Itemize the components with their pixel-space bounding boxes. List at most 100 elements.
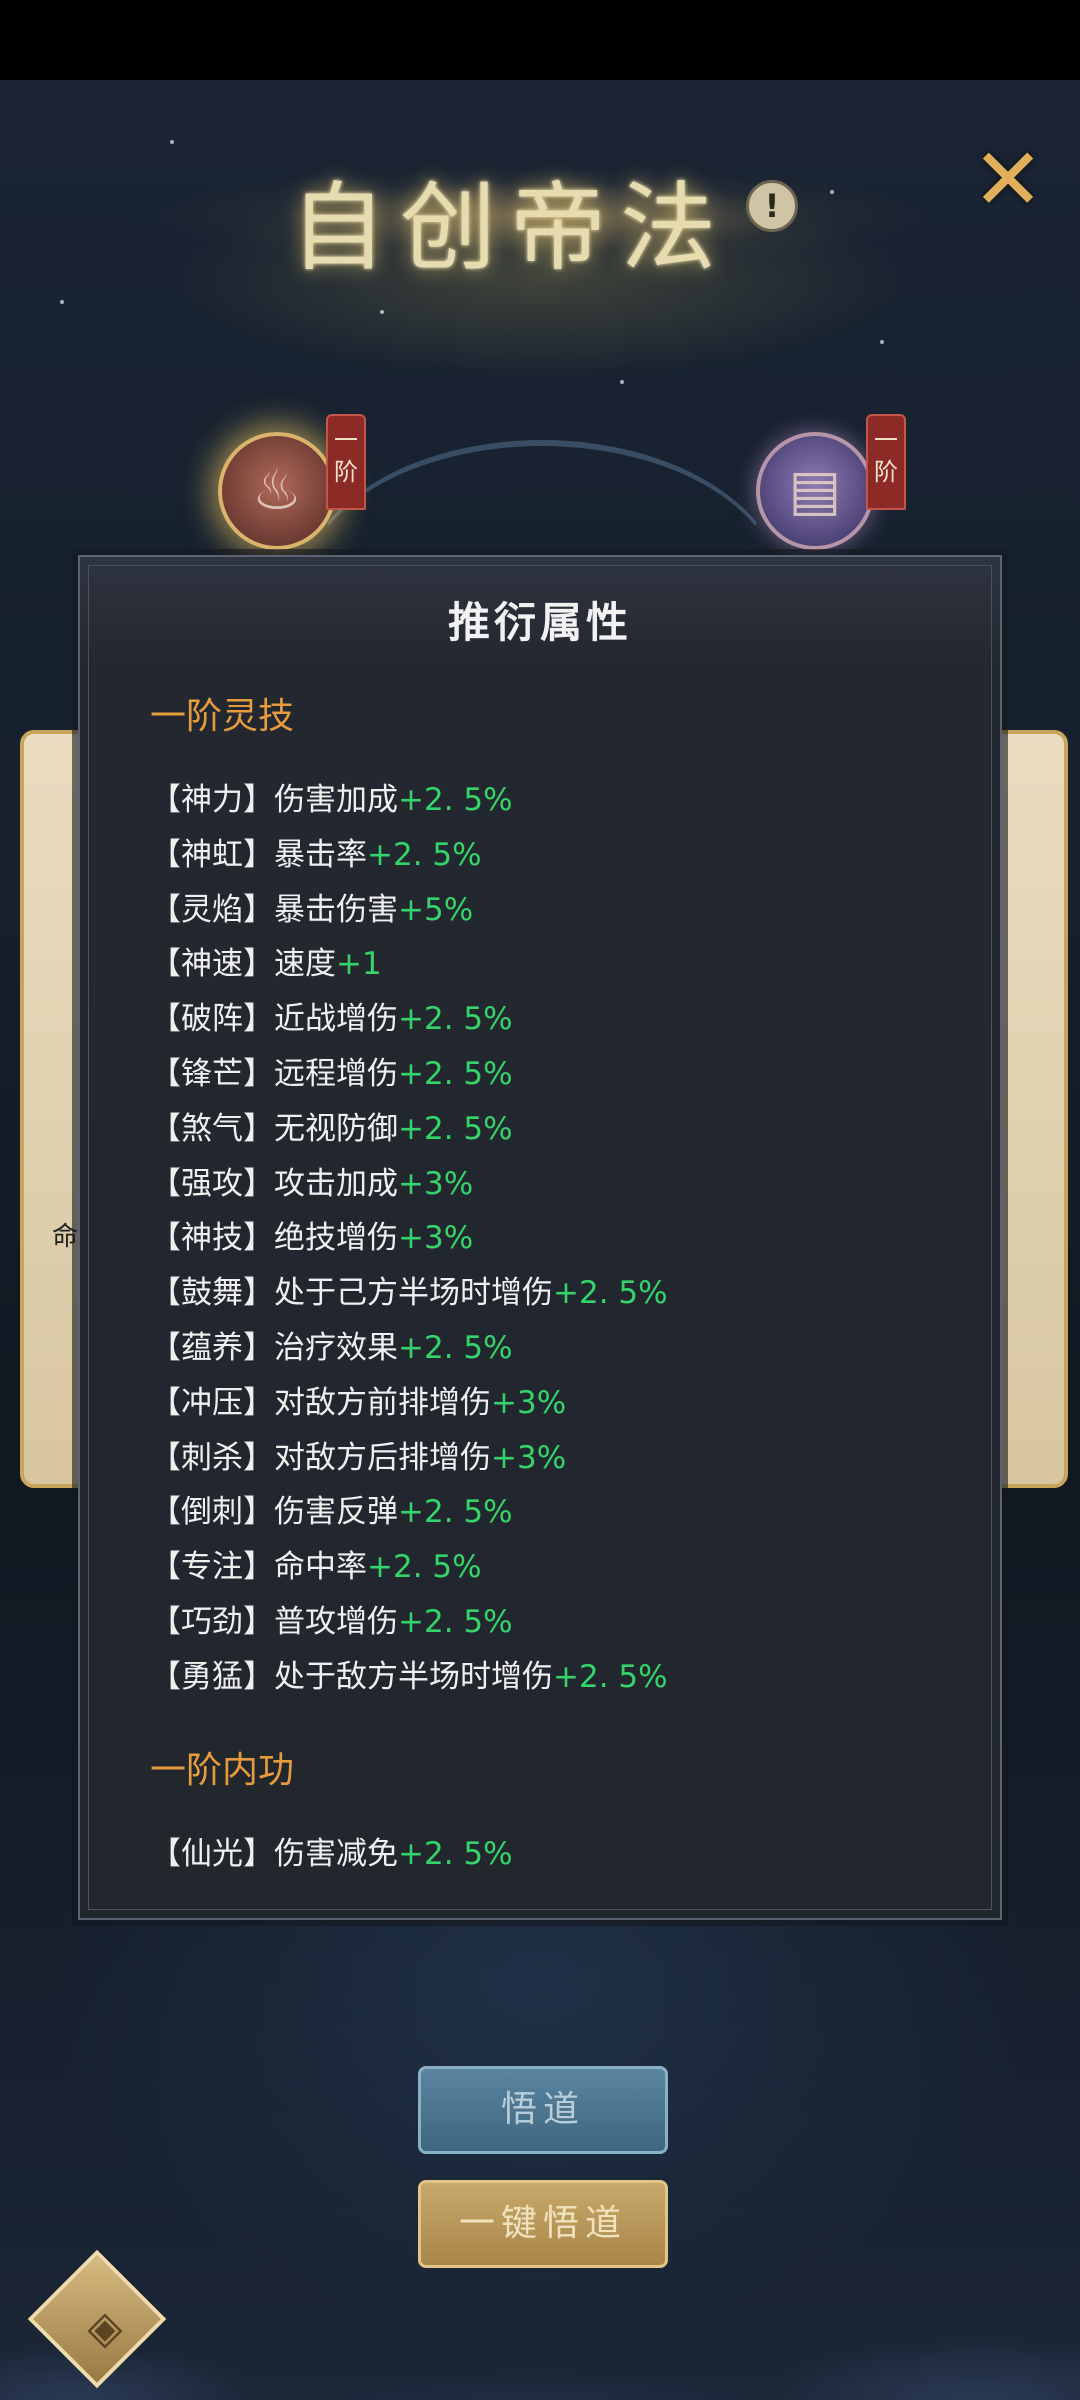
attribute-row: 【强攻】攻击加成+3%: [150, 1157, 950, 1212]
attribute-name: 【巧劲】: [150, 1603, 274, 1640]
attribute-value: +2. 5%: [398, 782, 513, 818]
attribute-value: +2. 5%: [398, 1110, 513, 1147]
attribute-value: +5%: [398, 891, 474, 928]
attribute-name: 【强攻】: [150, 1165, 274, 1202]
attribute-value: +2. 5%: [367, 836, 482, 873]
tier-tag-label: 一阶: [334, 426, 358, 486]
attribute-row: 【专注】命中率+2. 5%: [150, 1540, 950, 1595]
attribute-value: +2. 5%: [398, 1001, 513, 1038]
attribute-row: 【神速】速度+1: [150, 937, 950, 992]
attribute-value: +2. 5%: [553, 1275, 668, 1312]
attribute-desc: 伤害加成: [274, 782, 398, 818]
panel-title: 推衍属性: [447, 598, 632, 647]
close-icon[interactable]: ✕: [968, 137, 1048, 223]
tier-tag-left: 一阶: [326, 414, 366, 510]
star: [170, 140, 174, 144]
attribute-row: 【仙光】伤害减免+2. 5%: [150, 1827, 950, 1882]
attribute-name: 【仙光】: [150, 1835, 274, 1872]
attribute-desc: 处于己方半场时增伤: [274, 1275, 553, 1312]
attribute-value: +2. 5%: [553, 1658, 668, 1695]
attribute-desc: 速度: [274, 946, 336, 983]
page-title: 自创帝法: [290, 172, 730, 284]
book-icon: ▤: [788, 458, 842, 523]
status-bar: [0, 0, 1080, 80]
attribute-desc: 对敌方后排增伤: [274, 1439, 491, 1476]
attribute-value: +1: [336, 946, 382, 983]
attribute-value: +3%: [398, 1220, 474, 1257]
attribute-desc: 远程增伤: [274, 1055, 398, 1092]
attribute-row: 【倒刺】伤害反弹+2. 5%: [150, 1485, 950, 1540]
attribute-row: 【勇猛】处于敌方半场时增伤+2. 5%: [150, 1650, 950, 1705]
attribute-name: 【蕴养】: [150, 1329, 274, 1366]
attribute-row: 【巧劲】普攻增伤+2. 5%: [150, 1595, 950, 1650]
wudao-button[interactable]: 悟道: [418, 2066, 668, 2154]
attribute-desc: 攻击加成: [274, 1165, 398, 1202]
attribute-value: +3%: [491, 1384, 567, 1421]
attribute-name: 【破阵】: [150, 1001, 274, 1038]
attribute-value: +2. 5%: [367, 1549, 482, 1586]
attribute-row: 【破阵】近战增伤+2. 5%: [150, 992, 950, 1047]
tier-tag-label: 一阶: [874, 426, 898, 486]
attribute-row: 【罡气】防御强化+2. 5%: [150, 1881, 950, 1884]
attribute-panel: 推衍属性 一阶灵技 【神力】伤害加成+2. 5% 【神虹】暴击率+2. 5% 【灵焰】…: [78, 555, 1002, 1920]
attribute-value: +2. 5%: [398, 1055, 513, 1092]
attribute-value: +2. 5%: [398, 1603, 513, 1640]
attribute-desc: 无视防御: [274, 1110, 398, 1147]
attribute-row: 【煞气】无视防御+2. 5%: [150, 1102, 950, 1157]
attribute-name: 【倒刺】: [150, 1494, 274, 1531]
tier-tag-right: 一阶: [866, 414, 906, 510]
attribute-name: 【灵焰】: [150, 891, 274, 928]
attribute-name: 【神力】: [150, 782, 274, 818]
attribute-desc: 伤害反弹: [274, 1494, 398, 1531]
attribute-desc: 对敌方前排增伤: [274, 1384, 491, 1421]
attribute-row: 【蕴养】治疗效果+2. 5%: [150, 1321, 950, 1376]
attribute-name: 【刺杀】: [150, 1439, 274, 1476]
star: [60, 300, 64, 304]
attribute-row: 【神技】绝技增伤+3%: [150, 1211, 950, 1266]
diamond-emblem-icon: ◈: [87, 2300, 123, 2354]
attribute-desc: 近战增伤: [274, 1001, 398, 1038]
attribute-name: 【专注】: [150, 1549, 274, 1586]
attribute-name: 【神技】: [150, 1220, 274, 1257]
attribute-name: 【勇猛】: [150, 1658, 274, 1695]
attribute-row: 【灵焰】暴击伤害+5%: [150, 883, 950, 938]
attribute-scroll-list[interactable]: 一阶灵技 【神力】伤害加成+2. 5% 【神虹】暴击率+2. 5% 【灵焰】暴击伤害+…: [150, 679, 950, 1884]
side-peek-text: 命: [52, 1222, 79, 1252]
star: [880, 340, 884, 344]
skill-orb-flame[interactable]: ♨: [218, 432, 336, 550]
attribute-row: 【刺杀】对敌方后排增伤+3%: [150, 1431, 950, 1486]
attribute-value: +2. 5%: [398, 1835, 513, 1872]
attribute-desc: 普攻增伤: [274, 1603, 398, 1640]
attribute-name: 【神速】: [150, 946, 274, 983]
skill-orb-book[interactable]: ▤: [756, 432, 874, 550]
attribute-row: 【神力】伤害加成+2. 5%: [150, 773, 950, 828]
attribute-name: 【冲压】: [150, 1384, 274, 1421]
attribute-desc: 暴击伤害: [274, 891, 398, 928]
cloud-decoration: [0, 2280, 1080, 2400]
attribute-desc: 命中率: [274, 1549, 367, 1586]
attribute-name: 【煞气】: [150, 1110, 274, 1147]
attribute-desc: 绝技增伤: [274, 1220, 398, 1257]
attribute-name: 【神虹】: [150, 836, 274, 873]
one-click-wudao-button[interactable]: 一键悟道: [418, 2180, 668, 2268]
star: [380, 310, 384, 314]
flame-icon: ♨: [251, 458, 303, 523]
attribute-desc: 伤害减免: [274, 1835, 398, 1872]
attribute-value: +2. 5%: [398, 1494, 513, 1531]
attribute-row: 【锋芒】远程增伤+2. 5%: [150, 1047, 950, 1102]
star: [620, 380, 624, 384]
section-heading: 一阶内功: [150, 1749, 295, 1791]
attribute-desc: 治疗效果: [274, 1329, 398, 1366]
info-icon[interactable]: !: [746, 180, 798, 232]
attribute-value: +2. 5%: [398, 1329, 513, 1366]
attribute-row: 【神虹】暴击率+2. 5%: [150, 828, 950, 883]
attribute-desc: 暴击率: [274, 836, 367, 873]
section-heading: 一阶灵技: [150, 696, 295, 737]
attribute-value: +3%: [398, 1165, 474, 1202]
attribute-name: 【锋芒】: [150, 1055, 274, 1092]
attribute-value: +3%: [491, 1439, 567, 1476]
attribute-row: 【鼓舞】处于己方半场时增伤+2. 5%: [150, 1266, 950, 1321]
attribute-row: 【冲压】对敌方前排增伤+3%: [150, 1376, 950, 1431]
attribute-name: 【鼓舞】: [150, 1275, 274, 1312]
attribute-desc: 处于敌方半场时增伤: [274, 1658, 553, 1695]
